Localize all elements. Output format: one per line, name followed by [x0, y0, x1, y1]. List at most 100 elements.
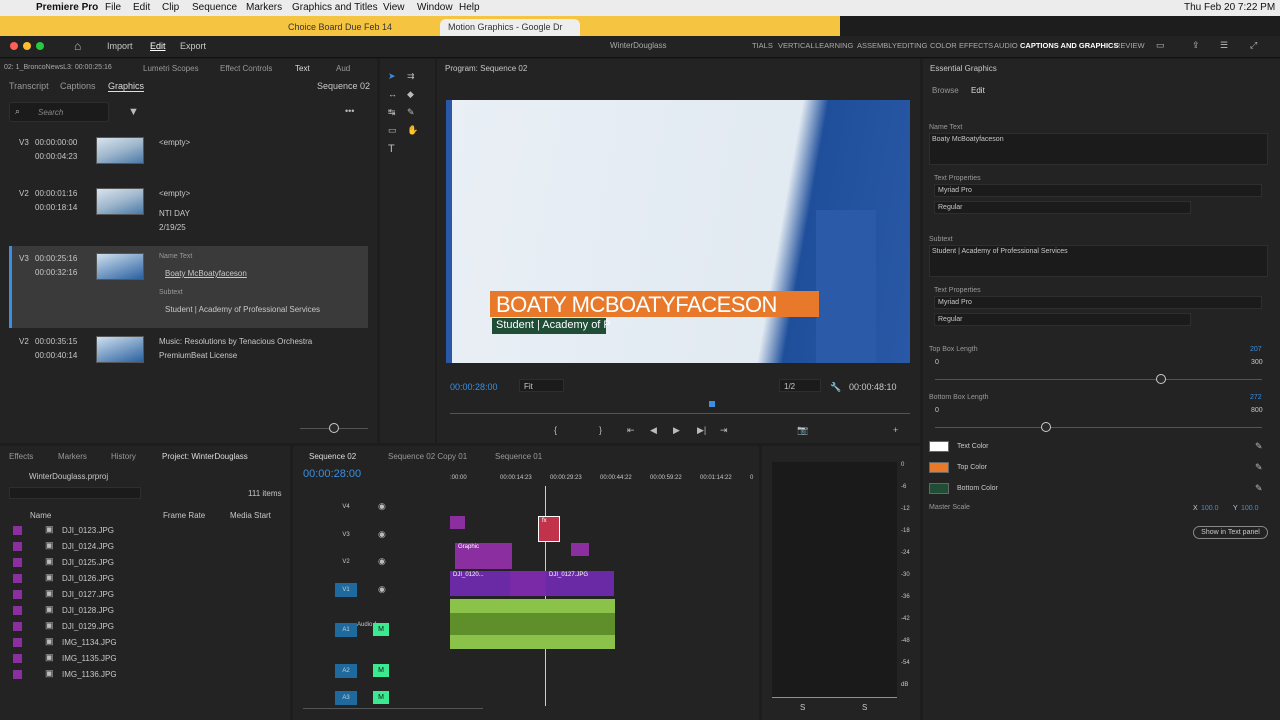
track-label-a1[interactable]: A1 [335, 623, 357, 637]
tab-history[interactable]: History [111, 452, 136, 461]
tab-effects[interactable]: Effects [9, 452, 33, 461]
project-file-row[interactable]: ▣ DJI_0126.JPG [9, 572, 277, 586]
go-to-out-icon[interactable]: ⇥ [720, 425, 728, 436]
slip-tool-icon[interactable]: ↹ [388, 107, 396, 118]
hand-icon[interactable]: ✋ [407, 125, 418, 136]
go-to-in-icon[interactable]: ⇤ [627, 425, 635, 436]
video-frame[interactable]: BOATY MCBOATYFACESON Student | Academy o… [446, 100, 910, 363]
eg-tab-edit[interactable]: Edit [971, 86, 985, 95]
top-box-value[interactable]: 207 [1250, 346, 1262, 353]
resolution-dropdown[interactable]: 1/2 [779, 379, 821, 392]
project-file-row[interactable]: ▣ IMG_1136.JPG [9, 668, 277, 682]
workspace-assembly[interactable]: ASSEMBLY [857, 41, 897, 50]
rectangle-icon[interactable]: ▭ [388, 125, 397, 136]
solo-left[interactable]: S [800, 703, 805, 712]
project-file-row[interactable]: ▣ DJI_0125.JPG [9, 556, 277, 570]
wrench-icon[interactable]: 🔧 [830, 382, 841, 393]
menu-edit[interactable]: Edit [133, 2, 150, 13]
project-search[interactable] [9, 487, 141, 499]
workspace-color[interactable]: COLOR [930, 41, 957, 50]
eye-icon[interactable]: ◉ [378, 584, 386, 595]
clip-dji-2[interactable]: DJI_0127.JPG [546, 571, 614, 596]
top-box-slider-knob[interactable] [1155, 374, 1166, 384]
menu-markers[interactable]: Markers [246, 2, 282, 13]
project-file-row[interactable]: ▣ DJI_0129.JPG [9, 620, 277, 634]
share-icon[interactable]: ⇪ [1192, 40, 1200, 51]
workspace-learning[interactable]: LEARNING [815, 41, 853, 50]
track-label-v3[interactable]: V3 [335, 528, 357, 542]
mute-icon[interactable]: M [373, 664, 389, 677]
show-in-text-panel-button[interactable]: Show in Text panel [1193, 526, 1268, 539]
menu-view[interactable]: View [383, 2, 405, 13]
menu-window[interactable]: Window [417, 2, 453, 13]
app-menu[interactable]: Premiere Pro [36, 2, 98, 13]
mute-icon[interactable]: M [373, 691, 389, 704]
browser-tab-2[interactable]: Motion Graphics - Google Dr [440, 19, 580, 36]
project-file-row[interactable]: ▣ IMG_1135.JPG [9, 652, 277, 666]
master-scale-y[interactable]: 100.0 [1241, 505, 1259, 512]
export-tab[interactable]: Export [180, 41, 206, 51]
clip-v3-a[interactable] [450, 516, 465, 529]
tab-sequence-01[interactable]: Sequence 01 [495, 452, 542, 461]
project-file-row[interactable]: ▣ DJI_0124.JPG [9, 540, 277, 554]
solo-right[interactable]: S [862, 703, 867, 712]
project-file-row[interactable]: ▣ DJI_0128.JPG [9, 604, 277, 618]
export-frame-icon[interactable]: 📷 [797, 425, 808, 436]
tab-sequence-02[interactable]: Sequence 02 [309, 452, 356, 461]
tab-effect-controls[interactable]: Effect Controls [220, 64, 272, 73]
workspace-review[interactable]: REVIEW [1115, 41, 1145, 50]
list-item[interactable]: V2 00:00:35:15 00:00:40:14 Music: Resolu… [9, 333, 368, 373]
step-forward-icon[interactable]: ▶| [697, 425, 706, 436]
eye-icon[interactable]: ◉ [378, 529, 386, 540]
project-file-row[interactable]: ▣ DJI_0127.JPG [9, 588, 277, 602]
fullscreen-icon[interactable]: ⤢ [1250, 40, 1257, 51]
workspace-effects[interactable]: EFFECTS [959, 41, 993, 50]
import-tab[interactable]: Import [107, 41, 133, 51]
clip-v3-selected[interactable]: fx [538, 516, 560, 542]
eyedropper-icon[interactable]: ✎ [1255, 441, 1263, 452]
track-label-a3[interactable]: A3 [335, 691, 357, 705]
tab-markers[interactable]: Markers [58, 452, 87, 461]
workspace-audio[interactable]: AUDIO [994, 41, 1018, 50]
workspace-vertical[interactable]: VERTICAL [778, 41, 815, 50]
font-dropdown-2[interactable]: Myriad Pro [934, 296, 1262, 309]
tab-audio[interactable]: Aud [336, 64, 350, 73]
eyedropper-icon[interactable]: ✎ [1255, 462, 1263, 473]
menu-graphics[interactable]: Graphics and Titles [292, 2, 378, 13]
workspace-captions-graphics[interactable]: CAPTIONS AND GRAPHICS [1020, 41, 1118, 50]
bottom-box-slider-knob[interactable] [1041, 422, 1052, 432]
mute-icon[interactable]: M [373, 623, 389, 636]
minimize-window-button[interactable] [23, 42, 31, 50]
selection-tool-icon[interactable]: ➤ [388, 71, 396, 82]
font-dropdown-1[interactable]: Myriad Pro [934, 184, 1262, 197]
more-icon[interactable]: ••• [345, 106, 354, 116]
clip-dji-1[interactable]: DJI_0120... [450, 571, 510, 596]
name-text-field[interactable]: Boaty McBoatyfaceson [929, 133, 1268, 165]
audio-clip[interactable] [450, 599, 615, 649]
play-icon[interactable]: ▶ [673, 425, 680, 436]
eg-tab-browse[interactable]: Browse [932, 86, 959, 95]
razor-icon[interactable]: ◆ [407, 89, 414, 100]
style-dropdown-1[interactable]: Regular [934, 201, 1191, 214]
type-tool-icon[interactable]: T [388, 143, 395, 155]
playhead-bar[interactable] [450, 413, 910, 414]
clip-v1-b[interactable] [510, 571, 546, 596]
quick-export-icon[interactable]: ☰ [1220, 40, 1228, 51]
step-back-icon[interactable]: ◀ [650, 425, 657, 436]
zoom-slider-knob[interactable] [329, 423, 339, 433]
color-swatch[interactable] [929, 462, 949, 473]
browser-tab-1[interactable]: Choice Board Due Feb 14 [280, 19, 401, 36]
pen-icon[interactable]: ✎ [407, 107, 415, 118]
search-box[interactable]: ⌕ Search [9, 102, 109, 122]
master-scale-x[interactable]: 100.0 [1201, 505, 1219, 512]
subtab-transcript[interactable]: Transcript [9, 81, 49, 91]
project-file-row[interactable]: ▣ DJI_0123.JPG [9, 524, 277, 538]
mark-in-icon[interactable]: { [554, 425, 557, 435]
col-name[interactable]: Name [30, 511, 51, 520]
track-label-v2[interactable]: V2 [335, 555, 357, 569]
workspaces-icon[interactable]: ▭ [1156, 40, 1165, 51]
fit-dropdown[interactable]: Fit [519, 379, 564, 392]
top-box-slider[interactable] [935, 379, 1262, 380]
track-label-v1[interactable]: V1 [335, 583, 357, 597]
workspace-editing[interactable]: EDITING [897, 41, 927, 50]
